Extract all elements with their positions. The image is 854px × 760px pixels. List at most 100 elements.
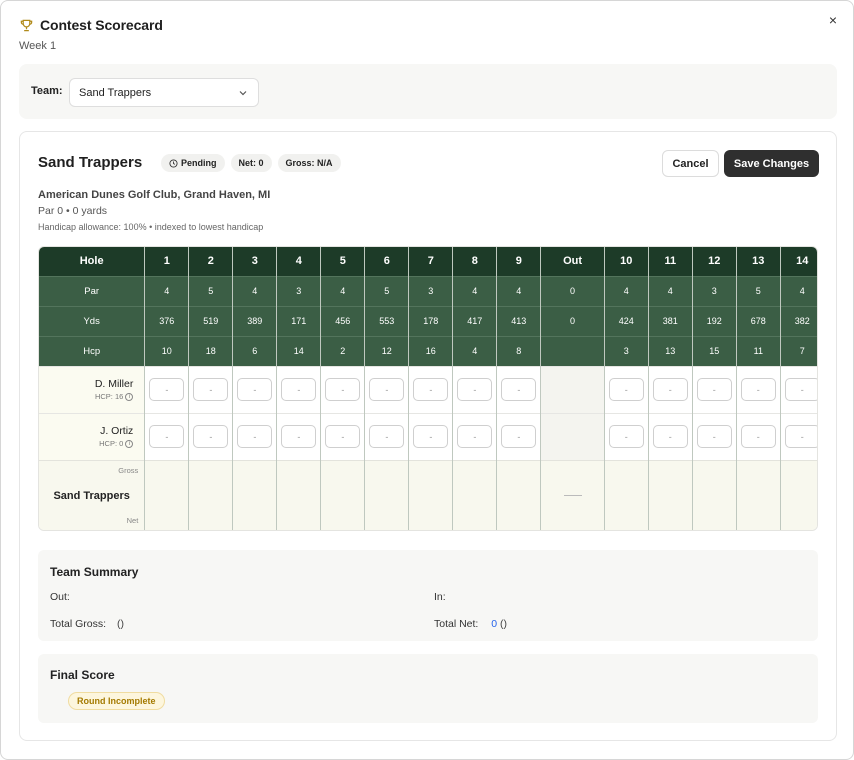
cancel-button[interactable]: Cancel [662, 150, 719, 177]
score-input[interactable]: - [457, 425, 493, 448]
hcp-cell: 10 [144, 335, 190, 366]
hcp-cell: 8 [496, 335, 542, 366]
player-label: J. Ortiz HCP: 0i [39, 412, 146, 460]
score-input[interactable]: - [325, 425, 361, 448]
hcp-cell: 7 [780, 335, 817, 366]
total-net-paren: () [500, 618, 508, 630]
par-cell: 3 [276, 275, 322, 306]
yds-cell: 381 [648, 305, 693, 336]
team-total-row: Gross Sand Trappers Net [39, 459, 817, 530]
hole-header-5: 5 [320, 247, 366, 276]
summary-out: Out: [50, 591, 70, 603]
player-score-cell: - [496, 365, 542, 413]
yds-cell: 553 [364, 305, 410, 336]
score-input[interactable]: - [325, 378, 361, 401]
player-score-cell: - [452, 365, 498, 413]
yds-cell: 382 [780, 305, 817, 336]
score-input[interactable]: - [784, 378, 817, 401]
player-score-cell: - [144, 412, 190, 460]
chevron-down-icon [239, 91, 247, 96]
score-input[interactable]: - [281, 378, 317, 401]
score-input[interactable]: - [369, 425, 405, 448]
info-icon[interactable]: i [125, 439, 134, 448]
hole-header-6: 6 [364, 247, 410, 276]
score-input[interactable]: - [501, 378, 537, 401]
team-total-cell [144, 459, 190, 530]
row-par: Par4543453440443543 [39, 275, 817, 306]
team-total-cell [408, 459, 454, 530]
score-input[interactable]: - [281, 425, 317, 448]
par-cell: 4 [144, 275, 190, 306]
hcp-cell [540, 335, 605, 366]
hcp-cell: 15 [692, 335, 737, 366]
scorecard-modal: Contest Scorecard Week 1 × Team: Sand Tr… [0, 0, 854, 760]
player-label: D. Miller HCP: 16 i [39, 365, 146, 413]
score-input[interactable]: - [696, 378, 732, 401]
hole-header-1: 1 [144, 247, 190, 276]
player-score-cell: - [188, 365, 234, 413]
score-input[interactable]: - [740, 378, 776, 401]
team-selector-bar: Team: Sand Trappers [19, 64, 837, 119]
yds-cell: 0 [540, 305, 605, 336]
score-input[interactable]: - [413, 425, 449, 448]
yds-cell: 678 [736, 305, 781, 336]
clock-icon [169, 158, 178, 168]
score-input[interactable]: - [696, 425, 732, 448]
team-total-cell [188, 459, 234, 530]
hole-header-8: 8 [452, 247, 498, 276]
handicap-allowance: Handicap allowance: 100% • indexed to lo… [38, 222, 264, 232]
player-row: D. MillerHCP: 16i--------------- [39, 365, 817, 413]
score-input[interactable]: - [784, 425, 817, 448]
hcp-cell: 11 [736, 335, 781, 366]
score-input[interactable]: - [369, 378, 405, 401]
hole-header-12: 12 [692, 247, 737, 276]
close-icon[interactable]: × [825, 12, 841, 28]
yds-cell: 456 [320, 305, 366, 336]
team-total-cell [496, 459, 542, 530]
score-input[interactable]: - [193, 425, 229, 448]
score-input[interactable]: - [413, 378, 449, 401]
team-total-cell [736, 459, 781, 530]
team-select[interactable]: Sand Trappers [69, 78, 259, 107]
scorecard-table-container[interactable]: Hole 123456789Out101112131415 Par4543453… [38, 246, 818, 531]
hole-header-row: Hole 123456789Out101112131415 [39, 247, 817, 276]
team-total-cell [780, 459, 817, 530]
hole-header-11: 11 [648, 247, 693, 276]
hcp-cell: 4 [452, 335, 498, 366]
player-score-cell: - [452, 412, 498, 460]
score-input[interactable]: - [149, 378, 185, 401]
player-name: J. Ortiz [100, 425, 134, 437]
score-input[interactable]: - [652, 378, 688, 401]
yds-cell: 413 [496, 305, 542, 336]
par-cell: 4 [452, 275, 498, 306]
score-input[interactable]: - [237, 425, 273, 448]
hcp-cell: 14 [276, 335, 322, 366]
yds-cell: 178 [408, 305, 454, 336]
hcp-cell: 16 [408, 335, 454, 366]
player-hcp-label: HCP: 16 [94, 392, 124, 401]
save-changes-button[interactable]: Save Changes [724, 150, 819, 177]
row-yds: Yds 376 519 389 171 456 553 178 417 413 0 424 381 192… [39, 305, 817, 336]
score-input[interactable]: - [237, 378, 273, 401]
yds-cell: 389 [232, 305, 278, 336]
total-gross-value: () [116, 618, 124, 630]
final-score: Final Score Round Incomplete [38, 654, 818, 723]
score-input[interactable]: - [652, 425, 688, 448]
player-out-total [540, 365, 605, 413]
info-icon[interactable]: i [125, 392, 134, 401]
hcp-cell: 18 [188, 335, 234, 366]
team-total-cell [232, 459, 278, 530]
team-total-cell [320, 459, 366, 530]
player-score-cell: - [496, 412, 542, 460]
par-cell: 4 [320, 275, 366, 306]
score-input[interactable]: - [149, 425, 185, 448]
row-label-par: Par [39, 275, 146, 306]
score-input[interactable]: - [501, 425, 537, 448]
score-input[interactable]: - [193, 378, 229, 401]
score-input[interactable]: - [608, 378, 644, 401]
score-input[interactable]: - [457, 378, 493, 401]
score-input[interactable]: - [740, 425, 776, 448]
score-input[interactable]: - [608, 425, 644, 448]
team-label: Team: [31, 85, 63, 97]
par-cell: 4 [648, 275, 693, 306]
